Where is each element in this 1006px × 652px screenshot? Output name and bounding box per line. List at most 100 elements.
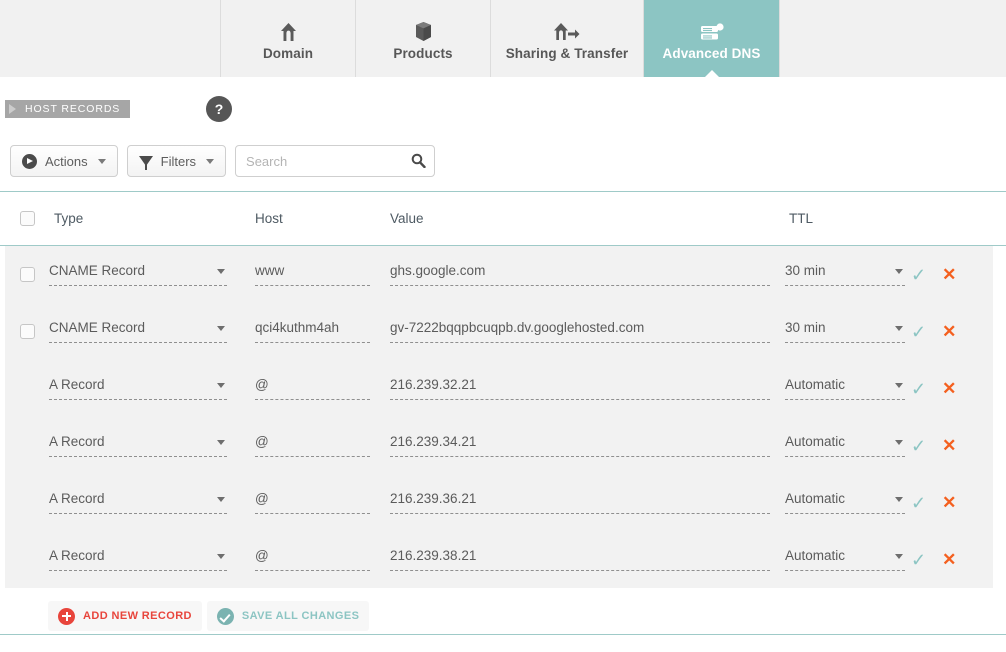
record-type-select[interactable]: A Record	[49, 548, 227, 571]
row-checkbox[interactable]	[19, 324, 35, 339]
table-row: CNAME Record www ghs.google.com 30 min ✓ ✕	[5, 246, 993, 303]
delete-record-icon[interactable]: ✕	[942, 494, 956, 511]
host-records-table: Type Host Value TTL CNAME Record www ghs.g…	[0, 191, 1006, 588]
table-row: A Record @216.239.38.21 Automatic ✓ ✕	[5, 531, 993, 588]
filters-button-label: Filters	[160, 153, 197, 169]
column-header-value: Value	[390, 211, 424, 226]
record-value-input[interactable]: ghs.google.com	[390, 263, 770, 286]
delete-record-icon[interactable]: ✕	[942, 437, 956, 454]
table-footer: ADD NEW RECORD SAVE ALL CHANGES	[0, 592, 1006, 652]
tab-sharing-transfer-label: Sharing & Transfer	[505, 46, 629, 61]
record-type-select[interactable]: A Record	[49, 434, 227, 457]
save-all-changes-button[interactable]: SAVE ALL CHANGES	[206, 601, 370, 631]
tab-domain[interactable]: Domain	[221, 0, 356, 77]
record-value-input[interactable]: gv-7222bqqpbcuqpb.dv.googlehosted.com	[390, 320, 770, 343]
actions-button[interactable]: Actions	[10, 145, 118, 177]
row-actions-cell: ✓ ✕	[911, 266, 981, 284]
actions-button-label: Actions	[45, 153, 88, 169]
record-host-input[interactable]: @	[255, 377, 370, 400]
home-arrow-icon	[554, 16, 580, 42]
record-ttl-select[interactable]: 30 min	[785, 320, 905, 343]
record-ttl-select[interactable]: Automatic	[785, 548, 905, 571]
add-new-record-button[interactable]: ADD NEW RECORD	[48, 601, 202, 631]
record-host-input[interactable]: @	[255, 491, 370, 514]
record-value-input[interactable]: 216.239.32.21	[390, 377, 770, 400]
row-value-cell: 216.239.36.21	[390, 491, 785, 514]
row-value-cell: 216.239.38.21	[390, 548, 785, 571]
record-host-input[interactable]: @	[255, 434, 370, 457]
delete-record-icon[interactable]: ✕	[942, 380, 956, 397]
row-ttl-cell: Automatic	[785, 491, 911, 514]
row-ttl-cell: Automatic	[785, 548, 911, 571]
confirm-record-icon[interactable]: ✓	[911, 323, 926, 341]
row-host-cell: @	[255, 434, 390, 457]
row-select-cell	[5, 267, 49, 282]
chevron-down-icon	[217, 269, 225, 274]
confirm-record-icon[interactable]: ✓	[911, 494, 926, 512]
funnel-icon	[138, 156, 153, 170]
record-value-input[interactable]: 216.239.38.21	[390, 548, 770, 571]
tab-bar-left-spacer	[0, 0, 221, 77]
row-actions-cell: ✓ ✕	[911, 494, 981, 512]
tab-domain-label: Domain	[262, 46, 314, 61]
row-ttl-cell: Automatic	[785, 434, 911, 457]
record-ttl-select[interactable]: 30 min	[785, 263, 905, 286]
plus-circle-icon	[58, 607, 75, 625]
record-ttl-select[interactable]: Automatic	[785, 377, 905, 400]
chevron-down-icon	[895, 383, 903, 388]
confirm-record-icon[interactable]: ✓	[911, 551, 926, 569]
record-host-input[interactable]: @	[255, 548, 370, 571]
record-value-input[interactable]: 216.239.36.21	[390, 491, 770, 514]
record-value-input[interactable]: 216.239.34.21	[390, 434, 770, 457]
delete-record-icon[interactable]: ✕	[942, 266, 956, 283]
row-type-cell: A Record	[49, 491, 255, 514]
row-actions-cell: ✓ ✕	[911, 380, 981, 398]
tab-sharing-transfer[interactable]: Sharing & Transfer	[491, 0, 644, 77]
row-actions-cell: ✓ ✕	[911, 551, 981, 569]
save-all-changes-label: SAVE ALL CHANGES	[241, 610, 360, 622]
search-input[interactable]	[235, 145, 436, 177]
row-host-cell: @	[255, 377, 390, 400]
tab-advanced-dns[interactable]: Advanced DNS	[644, 0, 779, 77]
row-type-cell: A Record	[49, 377, 255, 400]
confirm-record-icon[interactable]: ✓	[911, 437, 926, 455]
select-all-cell	[5, 211, 49, 226]
row-ttl-cell: 30 min	[785, 263, 911, 286]
row-host-cell: @	[255, 548, 390, 571]
table-row: CNAME Record qci4kuthm4ah gv-7222bqqpbcuqp…	[5, 303, 993, 360]
delete-record-icon[interactable]: ✕	[942, 323, 956, 340]
record-ttl-select[interactable]: Automatic	[785, 491, 905, 514]
record-host-input[interactable]: www	[255, 263, 370, 286]
row-actions-cell: ✓ ✕	[911, 437, 981, 455]
row-host-cell: qci4kuthm4ah	[255, 320, 390, 343]
add-new-record-label: ADD NEW RECORD	[83, 610, 192, 622]
help-icon[interactable]: ?	[206, 96, 232, 122]
select-all-checkbox[interactable]	[19, 211, 35, 226]
table-row: A Record @216.239.32.21 Automatic ✓ ✕	[5, 360, 993, 417]
record-type-select[interactable]: CNAME Record	[49, 320, 227, 343]
confirm-record-icon[interactable]: ✓	[911, 266, 926, 284]
row-value-cell: ghs.google.com	[390, 263, 785, 286]
row-type-cell: CNAME Record	[49, 320, 255, 343]
row-actions-cell: ✓ ✕	[911, 323, 981, 341]
chevron-down-icon	[217, 383, 225, 388]
search-icon[interactable]	[411, 153, 426, 169]
record-host-input[interactable]: qci4kuthm4ah	[255, 320, 370, 343]
confirm-record-icon[interactable]: ✓	[911, 380, 926, 398]
check-circle-icon	[216, 607, 234, 625]
column-header-ttl: TTL	[789, 211, 814, 226]
row-type-cell: A Record	[49, 548, 255, 571]
record-type-select[interactable]: CNAME Record	[49, 263, 227, 286]
row-checkbox[interactable]	[19, 267, 35, 282]
record-type-select[interactable]: A Record	[49, 377, 227, 400]
record-ttl-select[interactable]: Automatic	[785, 434, 905, 457]
filters-button[interactable]: Filters	[126, 145, 227, 177]
record-type-select[interactable]: A Record	[49, 491, 227, 514]
tab-products-label: Products	[393, 46, 453, 61]
chevron-down-icon	[217, 440, 225, 445]
delete-record-icon[interactable]: ✕	[942, 551, 956, 568]
tab-products[interactable]: Products	[356, 0, 491, 77]
row-ttl-cell: Automatic	[785, 377, 911, 400]
chevron-down-icon	[206, 158, 215, 164]
server-icon	[699, 16, 725, 42]
